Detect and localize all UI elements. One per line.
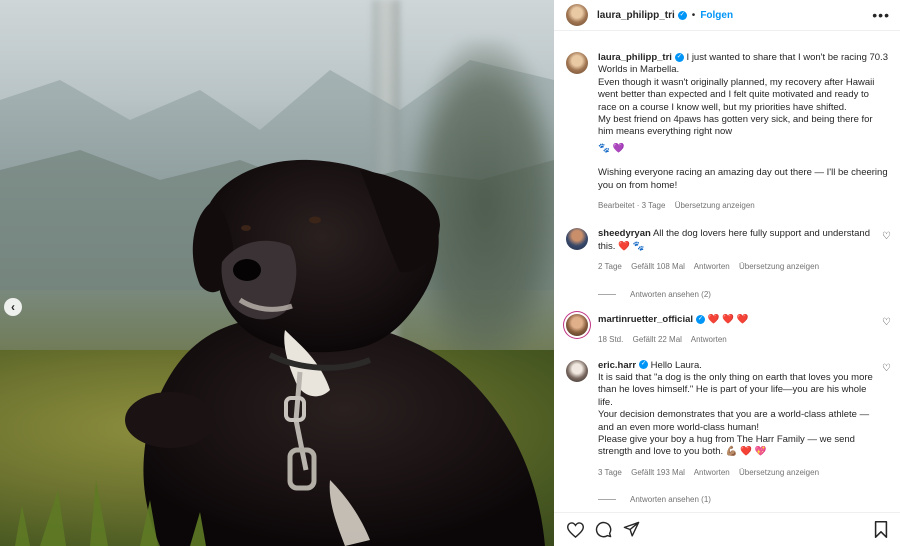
view-replies-label: Antworten ansehen (2) (630, 289, 711, 299)
chevron-left-icon: ‹ (11, 300, 15, 314)
view-replies-label: Antworten ansehen (1) (630, 495, 711, 505)
like-comment-heart-icon[interactable]: ♡ (882, 317, 892, 328)
post-action-bar (554, 512, 900, 546)
post-header: laura_philipp_tri ✓ • Folgen ••• (554, 0, 900, 31)
comment-time: 3 Tage (598, 467, 622, 477)
comment-meta: 18 Std. Gefällt 22 Mal Antworten (598, 334, 874, 346)
caption-emoji: 🐾 💜 (598, 142, 625, 154)
previous-image-button[interactable]: ‹ (4, 298, 22, 316)
verified-badge-icon: ✓ (639, 360, 649, 370)
caption-meta: Bearbeitet · 3 Tage Übersetzung anzeigen (598, 200, 888, 212)
view-replies-button[interactable]: Antworten ansehen (2) (554, 290, 900, 299)
comment-body: martinruetter_official ✓ ❤️ ❤️ ❤️ 18 Std.… (598, 314, 874, 347)
commenter-avatar[interactable] (566, 313, 588, 336)
comment-meta: 3 Tage Gefällt 193 Mal Antworten Überset… (598, 467, 874, 479)
author-avatar[interactable] (566, 4, 588, 26)
verified-badge-icon: ✓ (696, 314, 706, 324)
comment-text: Hello Laura. It is said that "a dog is t… (598, 359, 873, 458)
bookmark-icon[interactable] (872, 521, 890, 539)
reply-button[interactable]: Antworten (694, 262, 730, 271)
verified-badge-icon: ✓ (674, 52, 684, 62)
comment-time: 18 Std. (598, 335, 624, 345)
caption-author-avatar[interactable] (566, 52, 588, 74)
author-username[interactable]: laura_philipp_tri (597, 10, 675, 21)
comment-meta: 2 Tage Gefällt 108 Mal Antworten Überset… (598, 261, 874, 273)
heart-icon[interactable] (566, 521, 584, 539)
translate-link[interactable]: Übersetzung anzeigen (739, 468, 819, 477)
comment-item: sheedyryan All the dog lovers here fully… (554, 228, 900, 273)
comment-likes[interactable]: Gefällt 193 Mal (631, 468, 685, 477)
post-side-panel: laura_philipp_tri ✓ • Folgen ••• laura_p… (554, 0, 900, 546)
post-caption: laura_philipp_tri ✓ I just wanted to shar… (554, 31, 900, 212)
caption-text: I just wanted to share that I won't be r… (598, 52, 888, 138)
translate-link[interactable]: Übersetzung anzeigen (739, 262, 819, 271)
comment-likes[interactable]: Gefällt 22 Mal (633, 335, 682, 344)
comment-likes[interactable]: Gefällt 108 Mal (631, 262, 685, 271)
more-options-icon[interactable]: ••• (872, 7, 890, 23)
view-replies-button[interactable]: Antworten ansehen (1) (554, 495, 900, 504)
comment-item: martinruetter_official ✓ ❤️ ❤️ ❤️ 18 Std.… (554, 313, 900, 347)
reply-button[interactable]: Antworten (694, 468, 730, 477)
replies-divider (598, 499, 616, 501)
post-photo[interactable]: ‹ (0, 0, 554, 546)
caption-body: laura_philipp_tri ✓ I just wanted to shar… (598, 52, 888, 212)
verified-badge-icon: ✓ (677, 10, 687, 20)
comment-body: sheedyryan All the dog lovers here fully… (598, 228, 874, 273)
reply-button[interactable]: Antworten (691, 335, 727, 344)
commenter-avatar[interactable] (566, 359, 588, 382)
comment-icon[interactable] (594, 521, 612, 539)
follow-button[interactable]: Folgen (700, 10, 733, 21)
header-separator: • (691, 9, 696, 21)
commenter-username[interactable]: eric.harr (598, 360, 636, 371)
like-comment-heart-icon[interactable]: ♡ (882, 232, 892, 242)
dog-illustration (15, 159, 545, 546)
commenter-avatar[interactable] (566, 228, 588, 251)
comment-body: eric.harr ✓ Hello Laura. It is said that … (598, 360, 874, 480)
comment-item: eric.harr ✓ Hello Laura. It is said that … (554, 359, 900, 480)
comment-text: ❤️ ❤️ ❤️ (707, 313, 749, 325)
comment-time: 2 Tage (598, 262, 622, 272)
like-comment-heart-icon[interactable]: ♡ (882, 363, 892, 374)
caption-translate-link[interactable]: Übersetzung anzeigen (675, 201, 755, 210)
replies-divider (598, 293, 616, 295)
commenter-username[interactable]: martinruetter_official (598, 314, 693, 325)
comments-scroll-area[interactable]: laura_philipp_tri ✓ I just wanted to shar… (554, 31, 900, 512)
caption-edited: Bearbeitet · 3 Tage (598, 201, 666, 211)
share-icon[interactable] (622, 521, 640, 539)
caption-username[interactable]: laura_philipp_tri (598, 52, 672, 63)
caption-text-2: Wishing everyone racing an amazing day o… (598, 167, 891, 191)
commenter-username[interactable]: sheedyryan (598, 228, 651, 239)
post-viewer: ‹ laura_philipp_tri ✓ • Folgen ••• laura… (0, 0, 900, 546)
